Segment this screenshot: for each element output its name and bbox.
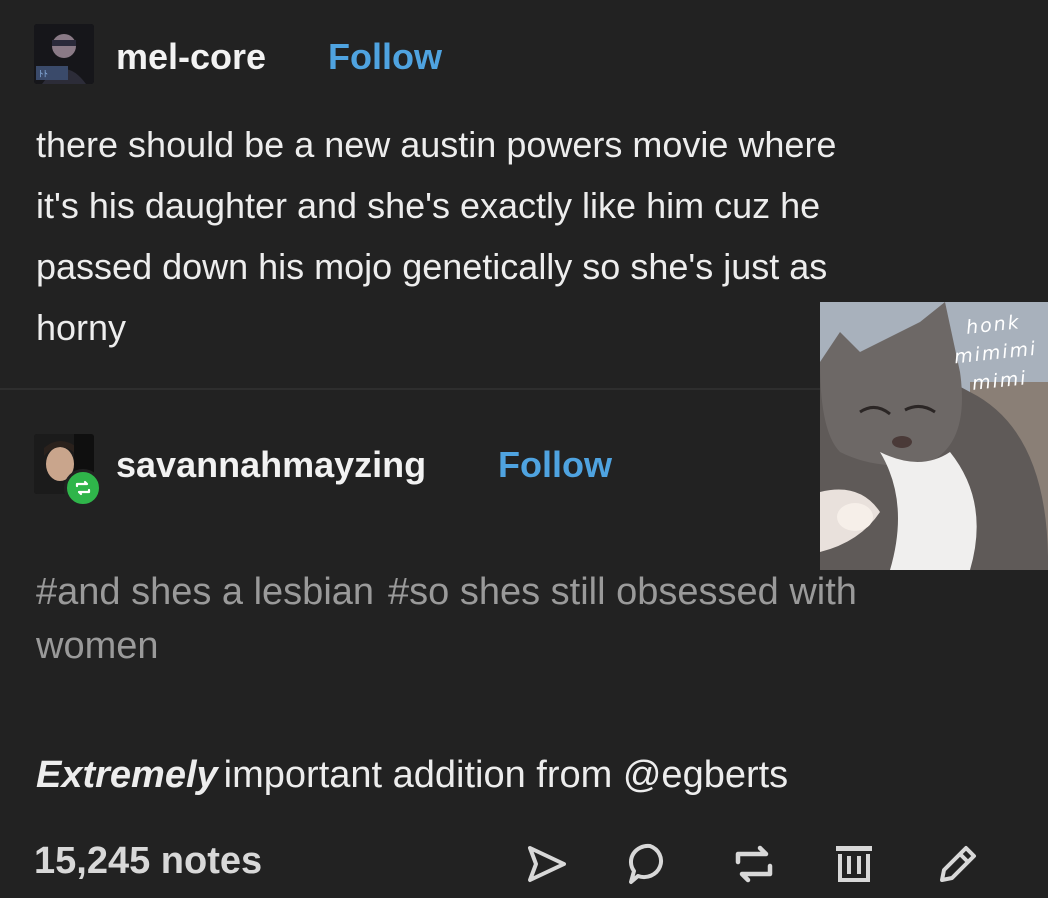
reblogger-username[interactable]: savannahmayzing xyxy=(116,444,426,486)
share-icon[interactable] xyxy=(520,838,572,890)
notes-count[interactable]: 15,245 notes xyxy=(34,840,262,883)
author-avatar[interactable]: ﾄﾄ xyxy=(34,24,94,84)
edit-icon[interactable] xyxy=(930,838,982,890)
follow-button[interactable]: Follow xyxy=(328,36,442,78)
cat-photo: honk mimimi mimi xyxy=(820,302,1048,570)
reply-icon[interactable] xyxy=(624,838,676,890)
tag-link[interactable]: #and shes a lesbian xyxy=(36,571,374,613)
delete-icon[interactable] xyxy=(828,838,880,890)
reblog-badge-icon xyxy=(64,469,102,507)
tag-list: #and shes a lesbian #so shes still obsess… xyxy=(36,565,966,673)
post-line: it's his daughter and she's exactly like… xyxy=(36,185,821,226)
reblog-icon[interactable] xyxy=(728,838,780,890)
author-username[interactable]: mel-core xyxy=(116,36,266,78)
addition-text: Extremely important addition from @egbert… xyxy=(36,754,788,797)
addition-rest: important addition from @egberts xyxy=(223,754,789,796)
follow-button-reblogger[interactable]: Follow xyxy=(498,444,612,486)
post-line: passed down his mojo genetically so she'… xyxy=(36,246,828,287)
svg-text:ﾄﾄ: ﾄﾄ xyxy=(39,70,48,80)
addition-emphasis: Extremely xyxy=(36,754,218,796)
post-line: there should be a new austin powers movi… xyxy=(36,124,837,165)
post-card: ﾄﾄ mel-core Follow there should be a new… xyxy=(0,0,1048,898)
